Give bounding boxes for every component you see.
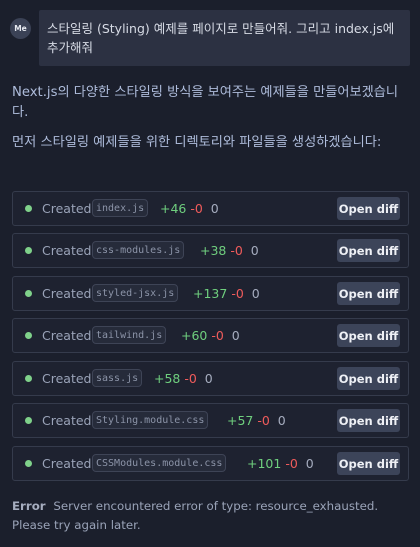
- file-name: css-modules.js: [92, 241, 185, 259]
- file-name: Styling.module.css: [92, 411, 209, 429]
- file-change-card: Created Styling.module.css +57 -0 0 Open…: [12, 403, 409, 438]
- file-name: index.js: [92, 199, 149, 217]
- file-action: Created: [42, 456, 92, 471]
- status-dot-icon: [25, 247, 32, 254]
- lines-other: 0: [251, 286, 260, 301]
- file-name: CSSModules.module.css: [92, 454, 227, 472]
- open-diff-button[interactable]: Open diff: [337, 324, 400, 347]
- status-dot-icon: [25, 205, 32, 212]
- file-action: Created: [42, 371, 92, 386]
- lines-removed: -0: [190, 201, 203, 216]
- file-stats: +58 -0 0: [154, 371, 213, 386]
- lines-removed: -0: [285, 456, 298, 471]
- file-action: Created: [42, 413, 92, 428]
- lines-other: 0: [277, 413, 286, 428]
- file-change-card: Created sass.js +58 -0 0 Open diff: [12, 361, 409, 396]
- lines-added: +137: [193, 286, 228, 301]
- lines-other: 0: [210, 201, 219, 216]
- lines-removed: -0: [257, 413, 270, 428]
- file-stats: +38 -0 0: [200, 243, 259, 258]
- file-change-card: Created css-modules.js +38 -0 0 Open dif…: [12, 233, 409, 268]
- open-diff-button[interactable]: Open diff: [337, 452, 400, 475]
- lines-removed: -0: [231, 286, 244, 301]
- assistant-intro-2: 먼저 스타일링 예제들을 위한 디렉토리와 파일들을 생성하겠습니다:: [12, 135, 382, 150]
- lines-added: +38: [200, 243, 227, 258]
- assistant-intro: Next.js의 다양한 스타일링 방식을 보여주는 예제들을 만들어보겠습니다…: [12, 85, 399, 120]
- lines-added: +58: [154, 371, 181, 386]
- error-message: Error Server encountered error of type: …: [12, 497, 410, 535]
- open-diff-button[interactable]: Open diff: [337, 409, 400, 432]
- file-change-card: Created CSSModules.module.css +101 -0 0 …: [12, 446, 409, 481]
- file-action: Created: [42, 286, 92, 301]
- file-name: styled-jsx.js: [92, 284, 179, 302]
- lines-other: 0: [204, 371, 213, 386]
- error-label: Error: [12, 499, 46, 513]
- file-name: sass.js: [92, 369, 143, 387]
- lines-other: 0: [305, 456, 314, 471]
- file-change-card: Created index.js +46 -0 0 Open diff: [12, 191, 409, 226]
- open-diff-button[interactable]: Open diff: [337, 197, 400, 220]
- lines-removed: -0: [211, 328, 224, 343]
- file-stats: +57 -0 0: [227, 413, 286, 428]
- status-dot-icon: [25, 375, 32, 382]
- error-text: Server encountered error of type: resour…: [12, 499, 379, 532]
- file-action: Created: [42, 328, 92, 343]
- status-dot-icon: [25, 417, 32, 424]
- file-action: Created: [42, 243, 92, 258]
- status-dot-icon: [25, 290, 32, 297]
- file-name: tailwind.js: [92, 326, 167, 344]
- status-dot-icon: [25, 460, 32, 467]
- open-diff-button[interactable]: Open diff: [337, 367, 400, 390]
- file-action: Created: [42, 201, 92, 216]
- lines-added: +101: [247, 456, 282, 471]
- lines-removed: -0: [230, 243, 243, 258]
- open-diff-button[interactable]: Open diff: [337, 282, 400, 305]
- lines-other: 0: [250, 243, 259, 258]
- lines-added: +57: [227, 413, 254, 428]
- lines-other: 0: [231, 328, 240, 343]
- file-stats: +137 -0 0: [193, 286, 260, 301]
- lines-removed: -0: [184, 371, 197, 386]
- lines-added: +46: [160, 201, 187, 216]
- file-change-card: Created tailwind.js +60 -0 0 Open diff: [12, 318, 409, 353]
- lines-added: +60: [181, 328, 208, 343]
- file-change-card: Created styled-jsx.js +137 -0 0 Open dif…: [12, 276, 409, 311]
- user-avatar: Me: [10, 18, 31, 39]
- file-stats: +101 -0 0: [247, 456, 314, 471]
- user-message-text: 스타일링 (Styling) 예제를 페이지로 만들어줘. 그리고 index.…: [39, 10, 410, 66]
- status-dot-icon: [25, 332, 32, 339]
- file-stats: +60 -0 0: [181, 328, 240, 343]
- open-diff-button[interactable]: Open diff: [337, 239, 400, 262]
- user-message: Me 스타일링 (Styling) 예제를 페이지로 만들어줘. 그리고 ind…: [10, 10, 410, 66]
- chat-panel: Me 스타일링 (Styling) 예제를 페이지로 만들어줘. 그리고 ind…: [0, 0, 420, 547]
- file-stats: +46 -0 0: [160, 201, 219, 216]
